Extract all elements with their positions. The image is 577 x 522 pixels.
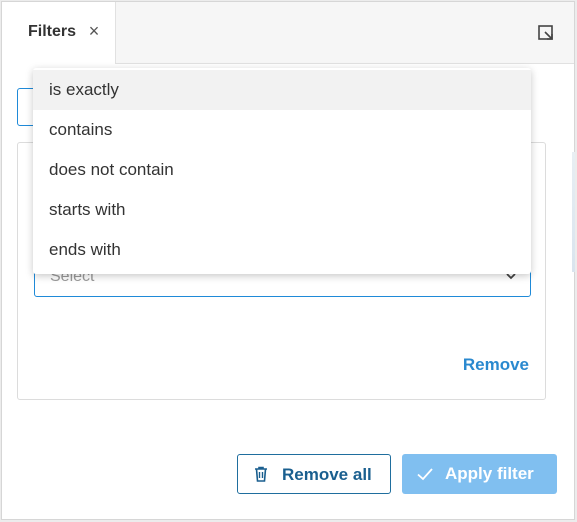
trash-icon <box>252 465 270 483</box>
option-is-exactly[interactable]: is exactly <box>33 70 531 110</box>
option-starts-with[interactable]: starts with <box>33 190 531 230</box>
option-ends-with[interactable]: ends with <box>33 230 531 270</box>
option-does-not-contain[interactable]: does not contain <box>33 150 531 190</box>
tab-label: Filters <box>28 23 77 40</box>
tab-filters[interactable]: Filters × <box>2 2 116 64</box>
popout-icon[interactable] <box>537 24 555 42</box>
option-contains[interactable]: contains <box>33 110 531 150</box>
remove-all-button[interactable]: Remove all <box>237 454 391 494</box>
check-icon <box>416 465 434 483</box>
operator-dropdown: is exactly contains does not contain sta… <box>33 68 531 274</box>
close-icon[interactable]: × <box>85 22 103 40</box>
tab-strip: Filters × <box>2 2 574 64</box>
filters-panel: Filters × Select Remove is exactly conta… <box>1 1 575 520</box>
apply-filter-button[interactable]: Apply filter <box>402 454 557 494</box>
apply-filter-label: Apply filter <box>445 464 534 483</box>
remove-all-label: Remove all <box>282 465 372 484</box>
scroll-edge <box>572 152 575 272</box>
remove-rule-link[interactable]: Remove <box>463 355 529 375</box>
